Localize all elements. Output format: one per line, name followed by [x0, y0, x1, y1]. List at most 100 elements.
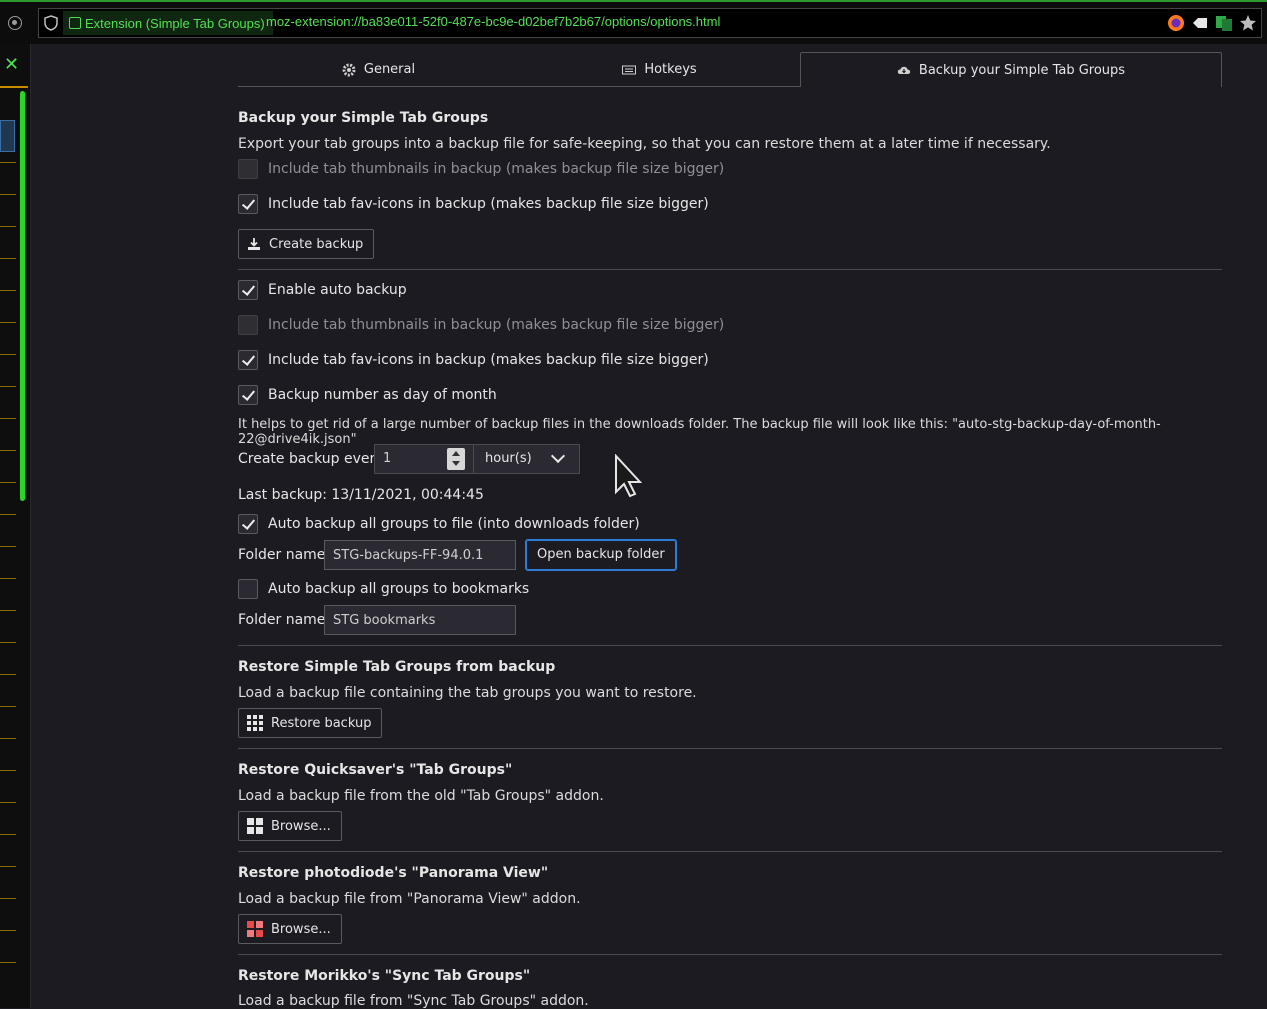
bookmarks-folder-label: Folder name: [238, 612, 331, 628]
sidebar-divider [0, 610, 16, 611]
tab-backup-label: Backup your Simple Tab Groups [918, 62, 1126, 78]
sidebar-divider [0, 898, 16, 899]
tag-icon[interactable] [1191, 14, 1209, 32]
browser-toolbar: Extension (Simple Tab Groups) moz-extens… [0, 0, 1267, 44]
auto-backup-row[interactable]: Enable auto backup [238, 280, 407, 300]
quicksaver-description: Load a backup file from the old "Tab Gro… [238, 788, 604, 804]
mouse-cursor-icon [615, 454, 642, 498]
sidebar-divider [0, 674, 16, 675]
tracking-protection-icon[interactable] [8, 16, 22, 30]
url-text[interactable]: moz-extension://ba83e011-52f0-487e-bc9e-… [266, 14, 720, 29]
folder-name-input[interactable]: STG-backups-FF-94.0.1 [324, 540, 516, 570]
backup-to-bookmarks-checkbox[interactable] [238, 579, 258, 599]
tab-hotkeys[interactable]: Hotkeys [519, 52, 800, 87]
backup-interval-control: 1 hour(s) [374, 444, 580, 474]
sidebar-divider [0, 482, 16, 483]
bookmarks-folder-input[interactable]: STG bookmarks [324, 605, 516, 635]
sidebar-divider [0, 770, 16, 771]
moon-icon[interactable] [1143, 14, 1161, 32]
backup-thumbnails-row[interactable]: Include tab thumbnails in backup (makes … [238, 159, 724, 179]
divider [238, 645, 1222, 646]
sidebar-divider [0, 546, 16, 547]
panorama-browse-label: Browse... [271, 921, 331, 937]
day-of-month-label: Backup number as day of month [268, 387, 497, 403]
sidebar-divider [0, 354, 16, 355]
interval-unit-select[interactable]: hour(s) [485, 451, 532, 466]
firefox-icon[interactable] [1167, 14, 1185, 32]
sidebar-divider [0, 834, 16, 835]
auto-thumbnails-row[interactable]: Include tab thumbnails in backup (makes … [238, 315, 724, 335]
chevron-down-icon[interactable] [550, 448, 566, 464]
url-bar[interactable]: Extension (Simple Tab Groups) moz-extens… [38, 8, 1262, 38]
star-icon[interactable] [1239, 14, 1257, 32]
quicksaver-title: Restore Quicksaver's "Tab Groups" [238, 762, 513, 778]
tab-backup[interactable]: Backup your Simple Tab Groups [800, 52, 1222, 87]
options-tabs: General Hotkeys Backup your Simple Tab G… [238, 52, 1222, 87]
backup-thumbnails-checkbox[interactable] [238, 159, 258, 179]
tab-hotkeys-label: Hotkeys [644, 62, 697, 77]
day-of-month-row[interactable]: Backup number as day of month [238, 385, 497, 405]
shield-icon[interactable] [44, 15, 58, 31]
backup-favicons-row[interactable]: Include tab fav-icons in backup (makes b… [238, 194, 709, 214]
sidebar-divider [0, 290, 16, 291]
panorama-icon [247, 921, 263, 937]
auto-backup-checkbox[interactable] [238, 280, 258, 300]
sidebar-divider [0, 866, 16, 867]
sidebar: ✕ [0, 44, 31, 1008]
divider [238, 954, 1222, 955]
backup-favicons-checkbox[interactable] [238, 194, 258, 214]
auto-favicons-label: Include tab fav-icons in backup (makes b… [268, 352, 709, 368]
auto-thumbnails-label: Include tab thumbnails in backup (makes … [268, 317, 725, 333]
backup-to-file-checkbox[interactable] [238, 514, 258, 534]
auto-favicons-row[interactable]: Include tab fav-icons in backup (makes b… [238, 350, 709, 370]
sidebar-divider [0, 386, 16, 387]
extension-name: Extension (Simple Tab Groups) [85, 15, 265, 31]
sidebar-divider [0, 418, 16, 419]
sidebar-divider [0, 738, 16, 739]
sidebar-divider [0, 514, 16, 515]
tab-general-label: General [363, 62, 416, 77]
sidebar-divider [0, 930, 16, 931]
grid-icon [247, 715, 263, 731]
puzzle-icon [69, 17, 81, 29]
auto-favicons-checkbox[interactable] [238, 350, 258, 370]
backup-interval-input[interactable]: 1 [383, 451, 391, 466]
extension-identity-chip[interactable]: Extension (Simple Tab Groups) [63, 11, 273, 35]
backup-to-file-row[interactable]: Auto backup all groups to file (into dow… [238, 514, 640, 534]
create-backup-button[interactable]: Create backup [238, 229, 375, 259]
backup-to-bookmarks-label: Auto backup all groups to bookmarks [268, 581, 530, 597]
sidebar-scrollbar[interactable] [20, 91, 25, 501]
sidebar-divider [0, 578, 16, 579]
sidebar-divider [0, 322, 16, 323]
download-icon [248, 238, 260, 250]
interval-stepper[interactable] [447, 448, 465, 470]
sidebar-accent [0, 86, 28, 88]
panorama-title: Restore photodiode's "Panorama View" [238, 865, 549, 881]
gear-icon [342, 63, 356, 76]
quicksaver-browse-button[interactable]: Browse... [238, 811, 342, 841]
sidebar-divider [0, 450, 16, 451]
close-icon[interactable]: ✕ [4, 56, 19, 74]
sync-title: Restore Morikko's "Sync Tab Groups" [238, 968, 531, 984]
sync-description: Load a backup file from "Sync Tab Groups… [238, 993, 589, 1009]
backup-to-file-label: Auto backup all groups to file (into dow… [268, 516, 640, 532]
open-backup-folder-button[interactable]: Open backup folder [525, 539, 677, 571]
backup-every-label: Create backup every: [238, 451, 388, 467]
folder-name-label: Folder name: [238, 547, 331, 563]
divider [238, 269, 1222, 270]
backup-title: Backup your Simple Tab Groups [238, 110, 489, 126]
auto-thumbnails-checkbox[interactable] [238, 315, 258, 335]
tab-general[interactable]: General [238, 52, 519, 87]
sidebar-divider [0, 194, 16, 195]
panorama-description: Load a backup file from "Panorama View" … [238, 891, 581, 907]
day-of-month-checkbox[interactable] [238, 385, 258, 405]
restore-description: Load a backup file containing the tab gr… [238, 685, 697, 701]
translate-icon[interactable] [1215, 14, 1233, 32]
backup-to-bookmarks-row[interactable]: Auto backup all groups to bookmarks [238, 579, 529, 599]
restore-backup-button[interactable]: Restore backup [238, 708, 383, 738]
sidebar-active-item[interactable] [0, 120, 15, 152]
spin-divider [473, 445, 474, 473]
create-backup-label: Create backup [269, 236, 364, 252]
divider [238, 851, 1222, 852]
panorama-browse-button[interactable]: Browse... [238, 914, 342, 944]
